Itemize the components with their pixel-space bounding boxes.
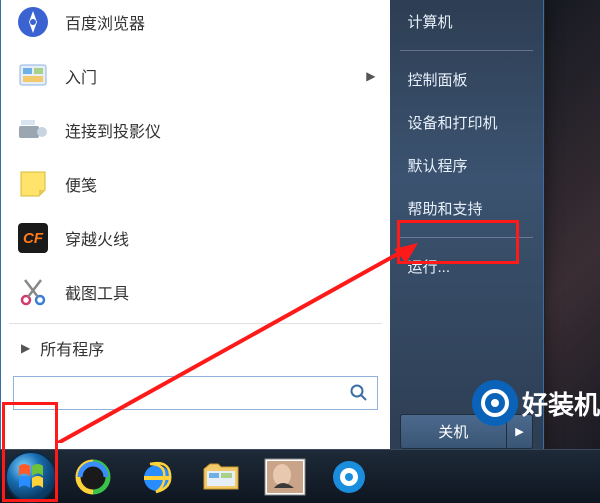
program-item-crossfire[interactable]: CF 穿越火线 [3, 211, 388, 265]
right-item-run[interactable]: 运行... [400, 248, 533, 285]
search-input[interactable] [24, 385, 349, 402]
program-item-sticky-notes[interactable]: 便笺 [3, 157, 388, 211]
program-item-welcome[interactable]: 入门 ▶ [3, 49, 388, 103]
taskbar-item-ie[interactable] [126, 454, 188, 500]
taskbar [0, 449, 600, 503]
search-icon [349, 383, 369, 403]
program-item-baidu-browser[interactable]: 百度浏览器 [3, 0, 388, 49]
blue-compass-icon [330, 458, 368, 496]
submenu-arrow-icon: ▶ [366, 69, 375, 83]
start-button[interactable] [2, 454, 60, 500]
taskbar-item-explorer[interactable] [190, 454, 252, 500]
all-programs-label: 所有程序 [40, 336, 104, 360]
divider [9, 323, 382, 324]
all-programs-button[interactable]: ▶ 所有程序 [3, 326, 388, 370]
right-item-default-programs[interactable]: 默认程序 [400, 147, 533, 184]
program-label: 截图工具 [65, 280, 129, 304]
scissors-icon [13, 272, 53, 312]
triangle-right-icon: ▶ [21, 341, 30, 355]
projector-icon [13, 110, 53, 150]
watermark: 好装机 [472, 380, 600, 426]
taskbar-item-photo[interactable] [254, 454, 316, 500]
right-item-devices-printers[interactable]: 设备和打印机 [400, 104, 533, 141]
search-box[interactable] [13, 376, 378, 410]
start-menu-left-panel: 百度浏览器 入门 ▶ [1, 0, 390, 459]
swirl-icon [74, 458, 112, 496]
svg-text:CF: CF [23, 230, 44, 247]
divider [400, 237, 533, 238]
right-item-computer[interactable]: 计算机 [400, 3, 533, 40]
program-label: 百度浏览器 [65, 10, 145, 34]
program-label: 入门 [65, 64, 97, 88]
triangle-right-icon: ▶ [515, 425, 523, 438]
photo-thumb-icon [264, 458, 306, 496]
ie-icon [138, 458, 176, 496]
compass-icon [13, 2, 53, 42]
start-menu: 百度浏览器 入门 ▶ [0, 0, 544, 460]
program-label: 便笺 [65, 172, 97, 196]
right-item-control-panel[interactable]: 控制面板 [400, 61, 533, 98]
crossfire-icon: CF [13, 218, 53, 258]
windows-orb-icon [5, 451, 57, 503]
watermark-logo-icon [472, 380, 518, 426]
sticky-note-icon [13, 164, 53, 204]
program-label: 穿越火线 [65, 226, 129, 250]
program-list: 百度浏览器 入门 ▶ [3, 0, 388, 319]
program-item-projector[interactable]: 连接到投影仪 [3, 103, 388, 157]
welcome-icon [13, 56, 53, 96]
program-item-snipping-tool[interactable]: 截图工具 [3, 265, 388, 319]
divider [400, 50, 533, 51]
taskbar-item-app2[interactable] [318, 454, 380, 500]
right-item-help-support[interactable]: 帮助和支持 [400, 190, 533, 227]
program-label: 连接到投影仪 [65, 118, 161, 142]
taskbar-item-app1[interactable] [62, 454, 124, 500]
watermark-text: 好装机 [522, 385, 600, 422]
folder-icon [201, 459, 241, 495]
